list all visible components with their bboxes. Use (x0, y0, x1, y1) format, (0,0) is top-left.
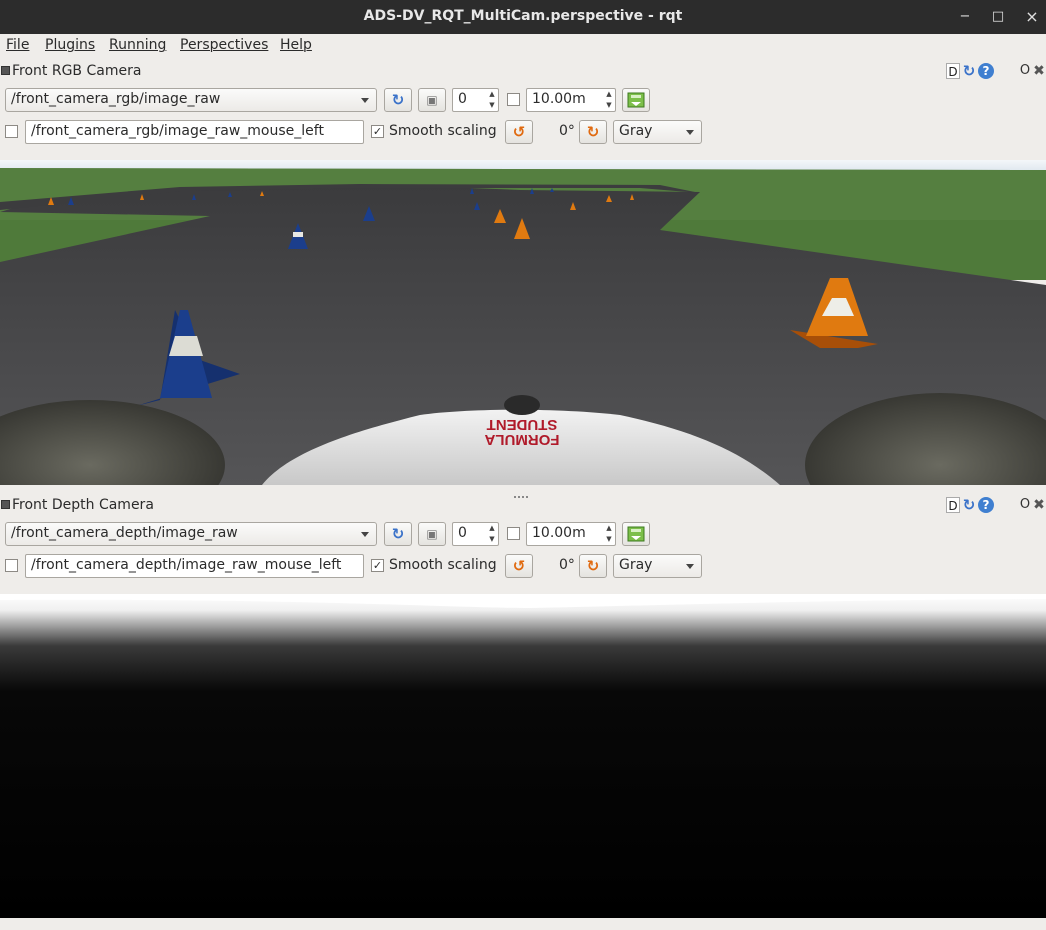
close-panel-icon[interactable]: ✖ (1033, 63, 1045, 79)
stepper-arrows[interactable]: ▲ ▼ (487, 523, 497, 545)
rotate-left-icon: ↺ (512, 557, 526, 575)
distance-checkbox[interactable] (507, 93, 520, 106)
color-scheme-value: Gray (619, 123, 653, 139)
rotate-left-button[interactable]: ↺ (505, 554, 533, 578)
distance-value: 10.00m (532, 91, 586, 107)
chevron-down-icon (686, 564, 694, 569)
help-icon[interactable]: ? (978, 497, 994, 513)
menu-bar: File Plugins Running Perspectives Help (0, 34, 1046, 58)
minimize-button[interactable]: − (954, 6, 976, 28)
panel-title-depth: Front Depth Camera (12, 497, 154, 513)
menu-running[interactable]: Running (109, 37, 166, 53)
chevron-down-icon (361, 98, 369, 103)
refresh-topics-button[interactable]: ↻ (384, 88, 412, 112)
rgb-image-view[interactable]: FORMULA STUDENT (0, 160, 1046, 485)
rotate-right-button[interactable]: ↻ (579, 554, 607, 578)
depth-camera-image (0, 594, 1046, 918)
image-save-icon (627, 92, 645, 108)
rotate-right-icon: ↻ (586, 123, 600, 141)
topic-select[interactable]: /front_camera_rgb/image_raw (5, 88, 377, 112)
panel-grip-icon[interactable] (1, 66, 10, 75)
smooth-scaling-label: Smooth scaling (389, 557, 497, 573)
mouse-publish-checkbox[interactable] (5, 125, 18, 138)
panel-title-rgb: Front RGB Camera (12, 63, 142, 79)
debug-button[interactable]: D (946, 497, 960, 513)
reload-icon[interactable]: ↻ (961, 63, 977, 79)
menu-help[interactable]: Help (280, 37, 312, 53)
chevron-down-icon (686, 130, 694, 135)
close-button[interactable]: × (1021, 6, 1043, 28)
splitter-handle[interactable] (514, 486, 532, 498)
rotation-label: 0° (559, 557, 575, 573)
topic-select-value: /front_camera_depth/image_raw (11, 525, 238, 541)
menu-plugins[interactable]: Plugins (45, 37, 95, 53)
chevron-down-icon (361, 532, 369, 537)
rotate-right-icon: ↻ (586, 557, 600, 575)
refresh-icon: ↻ (391, 91, 405, 109)
distance-stepper-arrows[interactable]: ▲ ▼ (604, 89, 614, 111)
maximize-button[interactable]: □ (987, 6, 1009, 28)
refresh-topics-button[interactable]: ↻ (384, 522, 412, 546)
topic-select[interactable]: /front_camera_depth/image_raw (5, 522, 377, 546)
panel-title-bar-depth[interactable]: Front Depth Camera D ↻ ? O ✖ (0, 494, 1046, 516)
zoom-button[interactable]: ▣ (418, 88, 446, 112)
smooth-scaling-checkbox[interactable]: ✓ (371, 559, 384, 572)
distance-stepper-arrows[interactable]: ▲ ▼ (604, 523, 614, 545)
rotate-left-icon: ↺ (512, 123, 526, 141)
smooth-scaling-checkbox[interactable]: ✓ (371, 125, 384, 138)
rgb-camera-image: FORMULA STUDENT (0, 160, 1046, 485)
reload-icon[interactable]: ↻ (961, 497, 977, 513)
zoom-icon: ▣ (426, 93, 438, 107)
rotation-label: 0° (559, 123, 575, 139)
car-logo-student: STUDENT (487, 416, 558, 433)
close-panel-icon[interactable]: ✖ (1033, 497, 1045, 513)
mouse-topic-input[interactable]: /front_camera_depth/image_raw_mouse_left (25, 554, 364, 578)
distance-value: 10.00m (532, 525, 586, 541)
rotate-right-button[interactable]: ↻ (579, 120, 607, 144)
float-button[interactable]: O (1019, 63, 1031, 79)
save-image-button[interactable] (622, 522, 650, 546)
distance-stepper[interactable]: 10.00m ▲ ▼ (526, 88, 616, 112)
menu-file[interactable]: File (6, 37, 29, 53)
window-title: ADS-DV_RQT_MultiCam.perspective - rqt (363, 8, 683, 24)
depth-image-view[interactable] (0, 594, 1046, 918)
save-image-button[interactable] (622, 88, 650, 112)
help-icon[interactable]: ? (978, 63, 994, 79)
smooth-scaling-label: Smooth scaling (389, 123, 497, 139)
rotate-left-button[interactable]: ↺ (505, 120, 533, 144)
topic-select-value: /front_camera_rgb/image_raw (11, 91, 221, 107)
color-scheme-value: Gray (619, 557, 653, 573)
mouse-topic-value: /front_camera_depth/image_raw_mouse_left (31, 557, 342, 573)
zoom-button[interactable]: ▣ (418, 522, 446, 546)
image-save-icon (627, 526, 645, 542)
mouse-publish-checkbox[interactable] (5, 559, 18, 572)
distance-checkbox[interactable] (507, 527, 520, 540)
color-scheme-select[interactable]: Gray (613, 554, 702, 578)
distance-stepper[interactable]: 10.00m ▲ ▼ (526, 522, 616, 546)
window-titlebar: ADS-DV_RQT_MultiCam.perspective - rqt − … (0, 0, 1046, 34)
color-scheme-select[interactable]: Gray (613, 120, 702, 144)
stepper-arrows[interactable]: ▲ ▼ (487, 89, 497, 111)
debug-button[interactable]: D (946, 63, 960, 79)
panel-title-bar-rgb[interactable]: Front RGB Camera D ↻ ? O ✖ (0, 60, 1046, 82)
camera-mount (504, 395, 540, 415)
number-stepper-value: 0 (458, 525, 467, 541)
float-button[interactable]: O (1019, 497, 1031, 513)
refresh-icon: ↻ (391, 525, 405, 543)
menu-perspectives[interactable]: Perspectives (180, 37, 268, 53)
panel-grip-icon[interactable] (1, 500, 10, 509)
mouse-topic-value: /front_camera_rgb/image_raw_mouse_left (31, 123, 324, 139)
number-stepper-value: 0 (458, 91, 467, 107)
zoom-icon: ▣ (426, 527, 438, 541)
mouse-topic-input[interactable]: /front_camera_rgb/image_raw_mouse_left (25, 120, 364, 144)
number-stepper[interactable]: 0 ▲ ▼ (452, 88, 499, 112)
number-stepper[interactable]: 0 ▲ ▼ (452, 522, 499, 546)
